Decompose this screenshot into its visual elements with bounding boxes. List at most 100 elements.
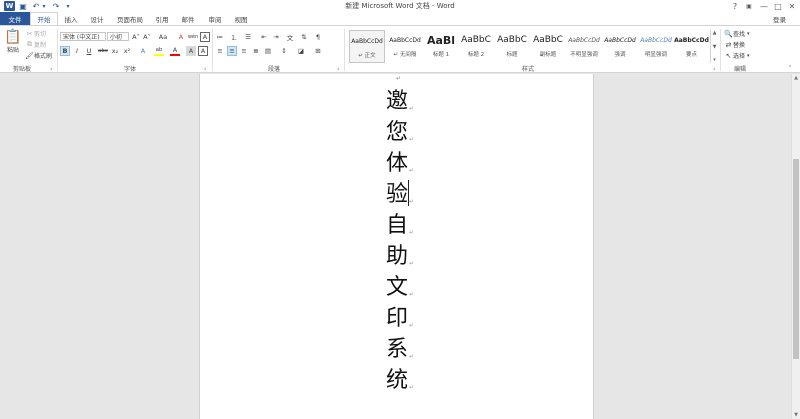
character-border-button[interactable]: A [198,46,208,56]
align-center-icon[interactable]: ≡ [227,46,237,56]
close-icon[interactable]: ✕ [785,0,799,12]
select-button[interactable]: ↖ 选择 ▾ [724,51,750,61]
text-line[interactable]: 体 ↵ [386,150,426,178]
paragraph-launcher-icon[interactable]: ⌟ [337,65,339,71]
borders-icon[interactable]: ⊞ [313,46,323,56]
increase-indent-icon[interactable]: ⇥ [271,32,281,42]
style-normal[interactable]: AaBbCcDd ↵ 正文 [349,30,385,63]
editing-group-label: 编辑 [734,66,747,73]
minimize-icon[interactable]: — [757,0,771,12]
ribbon-display-options-icon[interactable]: ▣ [742,0,756,12]
numbering-icon[interactable]: ⒈ [229,32,239,42]
sign-in-link[interactable]: 登录 [773,14,786,24]
find-button[interactable]: 🔍 查找 ▾ [724,29,749,39]
highlight-button[interactable]: ab [154,46,164,56]
line-spacing-icon[interactable]: ↕ [279,46,289,56]
style-heading-1[interactable]: AaBl 标题 1 [424,30,458,63]
save-icon[interactable]: ▣ [18,1,28,11]
text-line[interactable]: 助 ↵ [386,243,426,271]
shading-icon[interactable]: ◪ [296,46,306,56]
font-color-button[interactable]: A [170,46,180,56]
font-name-select[interactable]: 宋体 (中文正) [60,32,106,41]
character-shading-button[interactable]: A [186,46,196,56]
copy-button[interactable]: ⧉ 复制 [25,40,46,49]
format-painter-button[interactable]: 🖌 格式刷 [25,51,52,61]
text-line[interactable]: 您 ↵ [386,119,426,147]
style-subtitle[interactable]: AaBbC 副标题 [530,30,566,63]
clear-formatting-button[interactable]: A [176,32,186,42]
maximize-icon[interactable]: □ [771,0,785,12]
replace-button[interactable]: ⇄ 替换 [724,40,745,50]
align-right-icon[interactable]: ≡ [239,46,249,56]
styles-group-label: 样式 [522,66,535,73]
show-marks-icon[interactable]: ¶ [313,32,323,42]
word-app-icon[interactable]: W [4,1,15,11]
tab-view[interactable]: 视图 [230,12,252,25]
bold-button[interactable]: B [60,46,70,56]
text-line[interactable]: 验 ↵ [386,181,426,209]
decrease-indent-icon[interactable]: ⇤ [259,32,269,42]
style-emphasis[interactable]: AaBbCcDd 强调 [602,30,638,63]
sort-icon[interactable]: ⇅ [299,32,309,42]
vertical-scrollbar[interactable]: ▲ ▼ [791,74,800,419]
font-launcher-icon[interactable]: ⌟ [204,65,206,71]
chevron-up-icon[interactable]: ▲ [713,30,717,36]
superscript-button[interactable]: x² [122,46,132,56]
style-preview: AaBbCcDd [604,36,636,44]
undo-dropdown-icon[interactable]: ▾ [41,1,47,11]
undo-icon[interactable]: ↶ [31,1,41,11]
shrink-font-button[interactable]: A˅ [142,32,152,42]
scrollbar-thumb[interactable] [793,159,799,359]
tab-mailings[interactable]: 邮件 [178,12,198,25]
multilevel-list-icon[interactable]: ☰ [243,32,253,42]
cut-button[interactable]: ✂ 剪切 [25,29,46,39]
text-effects-button[interactable]: A [138,46,148,56]
tab-insert[interactable]: 插入 [60,12,82,25]
tab-file[interactable]: 文件 [0,12,30,25]
tab-references[interactable]: 引用 [152,12,172,25]
style-name: 标题 2 [467,52,485,58]
font-size-select[interactable]: 小初 [107,32,129,41]
style-strong[interactable]: AaBbCcDd 要点 [674,30,709,63]
style-no-spacing[interactable]: AaBbCcDd ↵ 无间隔 [387,30,423,63]
scroll-up-icon[interactable]: ▲ [792,74,800,82]
tab-page-layout[interactable]: 页面布局 [114,12,146,25]
styles-launcher-icon[interactable]: ⌟ [713,65,715,71]
text-line[interactable]: 邀 ↵ [386,88,426,116]
italic-button[interactable]: I [72,46,82,56]
text-line[interactable]: 系 ↵ [386,336,426,364]
align-left-icon[interactable]: ≡ [215,46,225,56]
tab-home[interactable]: 开始 [30,12,58,25]
change-case-button[interactable]: Aa [156,32,170,42]
underline-button[interactable]: U [84,46,94,56]
text-line[interactable]: 统 ↵ [386,367,426,395]
style-title[interactable]: AaBbC 标题 [495,30,529,63]
strikethrough-button[interactable]: abc [98,46,108,56]
tab-review[interactable]: 审阅 [204,12,226,25]
justify-icon[interactable]: ≣ [251,46,261,56]
style-heading-2[interactable]: AaBbC 标题 2 [458,30,494,63]
tab-design[interactable]: 设计 [86,12,108,25]
more-styles-icon[interactable]: ▾ [713,57,716,63]
help-icon[interactable]: ? [728,0,742,12]
style-intense-emphasis[interactable]: AaBbCcDd 明显强调 [638,30,674,63]
style-subtle-emphasis[interactable]: AaBbCcDd 不明显强调 [566,30,602,63]
scroll-down-icon[interactable]: ▼ [792,411,800,419]
subscript-button[interactable]: x₂ [110,46,120,56]
redo-icon[interactable]: ↷ [51,1,61,11]
clipboard-launcher-icon[interactable]: ⌟ [50,65,52,71]
distributed-icon[interactable]: ▤ [263,46,273,56]
text-line[interactable]: 自 ↵ [386,212,426,240]
grow-font-button[interactable]: A˄ [131,32,141,42]
phonetic-guide-button[interactable]: wén [188,32,198,42]
enclose-characters-button[interactable]: A [200,32,210,42]
styles-gallery-scroll[interactable]: ▲ ▼ ▾ [710,30,718,63]
text-line[interactable]: 文 ↵ [386,274,426,302]
customize-toolbar-icon[interactable]: ▾ [64,1,72,11]
bullets-icon[interactable]: ≔ [215,32,225,42]
text-line[interactable]: 印 ↵ [386,305,426,333]
paste-button[interactable]: 📋 粘贴 [4,29,22,54]
chinese-layout-icon[interactable]: 文 [285,32,295,42]
collapse-ribbon-icon[interactable]: ⌃ [788,65,792,71]
chevron-down-icon[interactable]: ▼ [713,44,717,50]
